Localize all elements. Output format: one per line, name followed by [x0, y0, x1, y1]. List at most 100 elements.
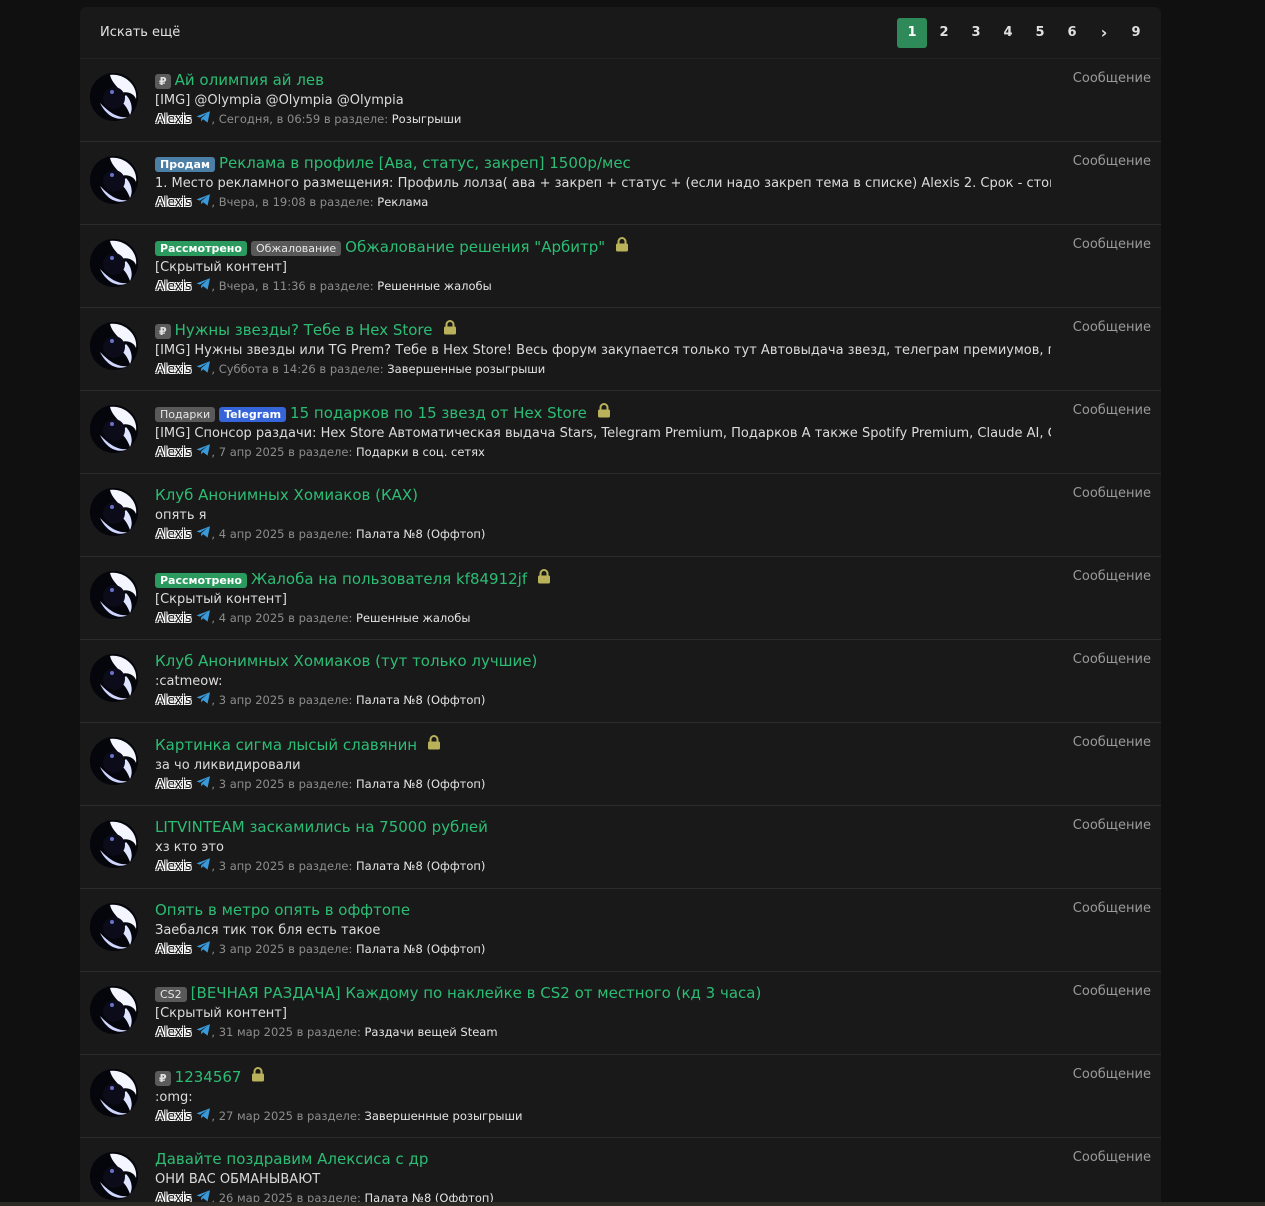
avatar[interactable] [90, 1069, 138, 1117]
content-type-label: Сообщение [1072, 154, 1151, 169]
telegram-icon[interactable] [196, 1108, 211, 1124]
thread-title-link[interactable]: Жалоба на пользователя kf84912jf [251, 570, 527, 588]
telegram-icon[interactable] [196, 1024, 211, 1040]
avatar[interactable] [90, 986, 138, 1034]
avatar[interactable] [90, 571, 138, 619]
thread-prefix-badge[interactable]: ₽ [155, 74, 171, 89]
thread-title-link[interactable]: Картинка сигма лысый славянин [155, 736, 417, 754]
thread-title-link[interactable]: [ВЕЧНАЯ РАЗДАЧА] Каждому по наклейке в C… [191, 984, 762, 1002]
telegram-icon[interactable] [196, 692, 211, 708]
page-button[interactable]: 1 [897, 17, 927, 48]
thread-title-link[interactable]: 1234567 [175, 1068, 242, 1086]
page-button[interactable]: 2 [929, 18, 959, 48]
thread-title-link[interactable]: Реклама в профиле [Ава, статус, закреп] … [219, 154, 631, 172]
thread-title-link[interactable]: Нужны звезды? Тебе в Hex Store [175, 321, 433, 339]
thread-title-link[interactable]: Ай олимпия ай лев [175, 71, 324, 89]
telegram-icon[interactable] [196, 111, 211, 127]
page-button[interactable]: 6 [1057, 18, 1087, 48]
avatar[interactable] [90, 156, 138, 204]
thread-title-link[interactable]: Клуб Анонимных Хомиаков (КАХ) [155, 486, 418, 504]
forum-link[interactable]: Подарки в соц. сетях [356, 445, 485, 460]
thread-title-link[interactable]: Опять в метро опять в оффтопе [155, 901, 410, 919]
username-link[interactable]: Alexis [155, 445, 192, 460]
telegram-icon[interactable] [196, 858, 211, 874]
username-link[interactable]: Alexis [155, 527, 192, 542]
telegram-icon[interactable] [196, 278, 211, 294]
forum-link[interactable]: Палата №8 (Оффтоп) [356, 527, 485, 542]
telegram-icon[interactable] [196, 361, 211, 377]
username-link[interactable]: Alexis [155, 195, 192, 210]
forum-link[interactable]: Завершенные розыгрыши [387, 362, 545, 377]
telegram-icon[interactable] [196, 776, 211, 792]
forum-link[interactable]: Раздачи вещей Steam [365, 1025, 498, 1040]
post-meta: Alexis , 3 апр 2025 в разделе: Палата №8… [155, 858, 1051, 874]
forum-link[interactable]: Палата №8 (Оффтоп) [356, 859, 485, 874]
post-date: Вчера, в 11:36 [218, 278, 306, 293]
search-more-link[interactable]: Искать ещё [100, 25, 180, 40]
forum-link[interactable]: Реклама [377, 195, 428, 210]
avatar[interactable] [90, 73, 138, 121]
avatar[interactable] [90, 903, 138, 951]
forum-link[interactable]: Палата №8 (Оффтоп) [356, 693, 485, 708]
result-row: Клуб Анонимных Хомиаков (КАХ) опять я Al… [80, 474, 1161, 557]
result-row: ₽ 1234567 :omg: Alexis , 27 мар 2025 в р… [80, 1055, 1161, 1138]
post-snippet: ОНИ ВАС ОБМАНЫВАЮТ [155, 1172, 321, 1187]
meta-separator: , [211, 444, 219, 459]
thread-title-link[interactable]: 15 подарков по 15 звезд от Hex Store [290, 404, 587, 422]
avatar[interactable] [90, 654, 138, 702]
forum-link[interactable]: Завершенные розыгрыши [365, 1109, 523, 1124]
in-section-label: в разделе: [296, 1024, 361, 1039]
telegram-icon[interactable] [196, 610, 211, 626]
telegram-icon[interactable] [196, 194, 211, 210]
thread-prefix-badge[interactable]: Обжалование [250, 240, 342, 256]
forum-link[interactable]: Палата №8 (Оффтоп) [356, 942, 485, 957]
username-link[interactable]: Alexis [155, 942, 192, 957]
telegram-icon[interactable] [196, 526, 211, 542]
forum-link[interactable]: Розыгрыши [392, 112, 462, 127]
thread-prefix-badge[interactable]: Продам [155, 157, 215, 172]
page-button[interactable]: 9 [1121, 18, 1151, 48]
thread-prefix-badge[interactable]: CS2 [155, 987, 187, 1002]
page-button[interactable]: 4 [993, 18, 1023, 48]
avatar[interactable] [90, 737, 138, 785]
avatar[interactable] [90, 1152, 138, 1200]
telegram-icon[interactable] [196, 941, 211, 957]
avatar[interactable] [90, 239, 138, 287]
thread-title-link[interactable]: LITVINTEAM заскамились на 75000 рублей [155, 818, 488, 836]
forum-link[interactable]: Палата №8 (Оффтоп) [356, 777, 485, 792]
page-button[interactable]: 5 [1025, 18, 1055, 48]
username-link[interactable]: Alexis [155, 693, 192, 708]
avatar[interactable] [90, 820, 138, 868]
forum-link[interactable]: Решенные жалобы [377, 279, 491, 294]
lock-icon [615, 237, 629, 256]
next-page-button[interactable]: › [1089, 18, 1119, 48]
thread-title-link[interactable]: Обжалование решения "Арбитр" [345, 238, 605, 256]
thread-prefix-badge[interactable]: Подарки [155, 406, 216, 422]
avatar[interactable] [90, 488, 138, 536]
username-link[interactable]: Alexis [155, 777, 192, 792]
username-link[interactable]: Alexis [155, 1109, 192, 1124]
content-type-label: Сообщение [1072, 818, 1151, 833]
username-link[interactable]: Alexis [155, 112, 192, 127]
forum-link[interactable]: Решенные жалобы [356, 611, 470, 626]
thread-prefix-badge[interactable]: Telegram [219, 406, 287, 422]
avatar[interactable] [90, 405, 138, 453]
telegram-icon[interactable] [196, 444, 211, 460]
result-row: ₽ Ай олимпия ай лев [IMG] @Olympia @Olym… [80, 59, 1161, 142]
username-link[interactable]: Alexis [155, 859, 192, 874]
post-meta: Alexis , 3 апр 2025 в разделе: Палата №8… [155, 941, 1051, 957]
thread-prefix-badge[interactable]: Рассмотрено [155, 572, 247, 588]
username-link[interactable]: Alexis [155, 1025, 192, 1040]
thread-prefix-badge[interactable]: ₽ [155, 323, 171, 339]
thread-title-link[interactable]: Давайте поздравим Алексиса с др [155, 1150, 428, 1168]
username-link[interactable]: Alexis [155, 611, 192, 626]
thread-prefix-badge[interactable]: ₽ [155, 1070, 171, 1086]
post-snippet: [Скрытый контент] [155, 260, 287, 275]
username-link[interactable]: Alexis [155, 279, 192, 294]
avatar[interactable] [90, 322, 138, 370]
thread-prefix-badge[interactable]: Рассмотрено [155, 240, 247, 256]
page-button[interactable]: 3 [961, 18, 991, 48]
content-type-label: Сообщение [1072, 1150, 1151, 1165]
thread-title-link[interactable]: Клуб Анонимных Хомиаков (тут только лучш… [155, 652, 537, 670]
username-link[interactable]: Alexis [155, 362, 192, 377]
